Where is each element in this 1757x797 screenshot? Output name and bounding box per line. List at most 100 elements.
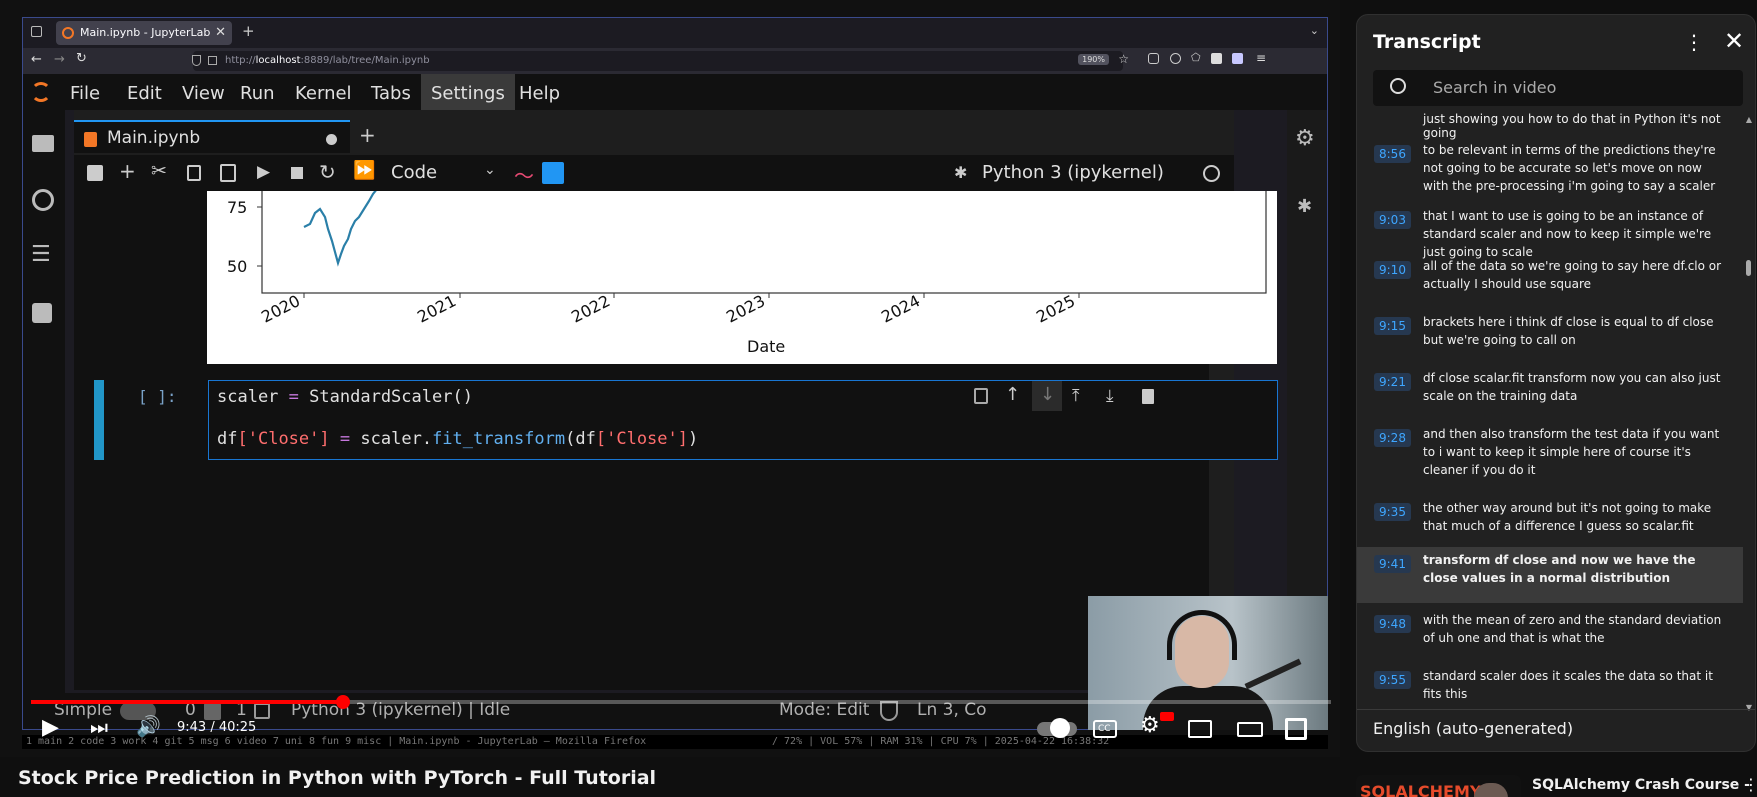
transcript-segment[interactable]: 9:21 df close scalar.fit transform now yo…: [1357, 365, 1743, 419]
delete-cell-icon[interactable]: [1142, 389, 1154, 404]
pocket-icon[interactable]: [1148, 53, 1159, 64]
segment-timestamp: 9:41: [1374, 555, 1411, 573]
hamburger-menu-icon[interactable]: ≡: [1256, 51, 1266, 65]
transcript-segment[interactable]: 9:03 that I want to use is going to be an…: [1357, 203, 1743, 259]
code-cell[interactable]: scaler = StandardScaler() df['Close'] = …: [208, 380, 1278, 460]
debug-bug-icon[interactable]: ✱: [954, 163, 967, 182]
scroll-down-icon[interactable]: ▼: [1746, 703, 1752, 712]
plot-frame: [261, 188, 1267, 294]
tab-list-icon[interactable]: ⌄: [1310, 24, 1319, 37]
insert-below-icon[interactable]: ⤓: [1106, 386, 1114, 406]
property-toggle-icon[interactable]: [542, 162, 564, 184]
search-placeholder: Search in video: [1433, 78, 1557, 97]
video-progress-bar[interactable]: [31, 695, 1331, 709]
next-video-item[interactable]: SQLALCHEMY SQLAlchemy Crash Course - ⋮: [1356, 775, 1757, 797]
address-bar[interactable]: http://localhost:8889/lab/tree/Main.ipyn…: [192, 51, 1129, 71]
transcript-segment[interactable]: 9:55 standard scaler does it scales the d…: [1357, 663, 1743, 709]
folder-icon[interactable]: [32, 135, 54, 152]
segment-timestamp: 9:03: [1374, 211, 1411, 229]
code-assign-op: =: [288, 387, 299, 407]
forward-icon[interactable]: →: [54, 52, 65, 67]
save-icon[interactable]: [87, 165, 103, 181]
restart-icon[interactable]: ↻: [319, 160, 336, 184]
transcript-search-input[interactable]: Search in video: [1373, 70, 1743, 106]
time-display: 9:43 / 40:25: [177, 720, 257, 735]
search-icon: [1390, 78, 1406, 94]
interrupt-icon[interactable]: [291, 167, 303, 179]
menu-view[interactable]: View: [172, 74, 235, 110]
fullscreen-icon[interactable]: [1285, 718, 1307, 740]
insert-cell-icon[interactable]: +: [119, 159, 136, 183]
zoom-badge[interactable]: 190%: [1078, 54, 1109, 65]
next-video-title[interactable]: SQLAlchemy Crash Course -: [1532, 777, 1750, 793]
chevron-down-icon[interactable]: ⌄: [484, 162, 496, 178]
bookmark-star-icon[interactable]: ☆: [1118, 52, 1129, 66]
move-up-icon[interactable]: ↑: [1005, 384, 1020, 405]
run-all-icon[interactable]: ⏩: [353, 160, 375, 181]
transcript-segment-active[interactable]: 9:41 transform df close and now we have t…: [1357, 547, 1743, 603]
copy-icon[interactable]: [187, 165, 201, 181]
cell-type-select[interactable]: Code: [391, 162, 437, 183]
cut-icon[interactable]: ✂: [151, 160, 167, 182]
insert-above-icon[interactable]: ⤒: [1072, 386, 1080, 406]
kernel-name[interactable]: Python 3 (ipykernel): [982, 162, 1164, 183]
transcript-segment[interactable]: 9:15 brackets here i think df close is eq…: [1357, 309, 1743, 363]
scroll-up-icon[interactable]: ▲: [1746, 115, 1752, 124]
move-down-icon[interactable]: ↓: [1032, 381, 1062, 411]
back-icon[interactable]: ←: [31, 52, 42, 67]
segment-timestamp: 9:15: [1374, 317, 1411, 335]
menu-edit[interactable]: Edit: [117, 74, 172, 110]
subtitles-icon[interactable]: CC: [1093, 720, 1117, 738]
transcript-segment[interactable]: 9:35 the other way around but it's not go…: [1357, 495, 1743, 549]
new-launcher-icon[interactable]: +: [359, 123, 376, 147]
menu-run[interactable]: Run: [230, 74, 285, 110]
tab-overview-icon[interactable]: [31, 26, 42, 37]
extension-palette-icon[interactable]: [1232, 53, 1243, 64]
play-icon[interactable]: ▶: [42, 715, 59, 740]
video-player[interactable]: Main.ipynb - JupyterLab ✕ + ⌄ ← → ↻ http…: [0, 0, 1340, 757]
transcript-segment[interactable]: 9:48 with the mean of zero and the standa…: [1357, 607, 1743, 661]
notebook-tab[interactable]: Main.ipynb: [74, 120, 350, 153]
menu-settings[interactable]: Settings: [421, 74, 515, 110]
run-cell-icon[interactable]: ▶: [257, 162, 270, 182]
theater-mode-icon[interactable]: [1237, 722, 1263, 737]
extensions-icon[interactable]: ⬠: [1191, 51, 1201, 64]
settings-gear-icon[interactable]: ⚙: [1140, 713, 1160, 738]
miniplayer-icon[interactable]: [1188, 720, 1212, 738]
reload-icon[interactable]: ↻: [76, 51, 87, 66]
transcript-segment[interactable]: 9:28 and then also transform the test dat…: [1357, 421, 1743, 477]
next-icon[interactable]: ⏭: [90, 715, 108, 739]
git-diff-icon[interactable]: 〜: [514, 160, 534, 189]
unsaved-dot-icon[interactable]: [326, 134, 337, 145]
toc-icon[interactable]: ☰: [31, 242, 51, 267]
extension-manager-icon[interactable]: [32, 303, 52, 323]
close-tab-icon[interactable]: ✕: [215, 25, 226, 40]
volume-icon[interactable]: 🔊: [136, 714, 161, 738]
next-video-more-icon[interactable]: ⋮: [1743, 775, 1757, 794]
page-info-icon[interactable]: [208, 56, 217, 65]
scrubber-knob[interactable]: [336, 695, 350, 709]
running-icon[interactable]: [32, 189, 54, 211]
duplicate-cell-icon[interactable]: [974, 388, 988, 404]
menu-help[interactable]: Help: [509, 74, 570, 110]
video-title[interactable]: Stock Price Prediction in Python with Py…: [18, 767, 656, 789]
menu-kernel[interactable]: Kernel: [285, 74, 362, 110]
notebook-cells: 75 50 2020 2021 2022 2023 2024 2025 Date…: [74, 188, 1278, 690]
transcript-language-select[interactable]: English (auto-generated): [1373, 719, 1573, 738]
debugger-icon[interactable]: ✱: [1297, 196, 1312, 217]
more-options-icon[interactable]: ⋮: [1684, 30, 1704, 54]
extension-dark-icon[interactable]: [1211, 53, 1222, 64]
segment-text: and then also transform the test data if…: [1423, 427, 1720, 477]
transcript-scrollbar[interactable]: [1746, 260, 1751, 276]
browser-tab[interactable]: Main.ipynb - JupyterLab ✕: [56, 21, 232, 45]
close-icon[interactable]: ✕: [1724, 27, 1744, 55]
account-icon[interactable]: [1170, 53, 1181, 64]
transcript-segment[interactable]: 8:56 to be relevant in terms of the predi…: [1357, 137, 1743, 193]
menu-tabs[interactable]: Tabs: [361, 74, 421, 110]
paste-icon[interactable]: [220, 164, 236, 182]
property-inspector-icon[interactable]: ⚙: [1295, 126, 1315, 151]
next-video-thumbnail[interactable]: SQLALCHEMY: [1356, 775, 1521, 797]
transcript-segment[interactable]: 9:10 all of the data so we're going to sa…: [1357, 253, 1743, 307]
menu-file[interactable]: File: [60, 74, 110, 110]
new-tab-icon[interactable]: +: [242, 22, 255, 40]
